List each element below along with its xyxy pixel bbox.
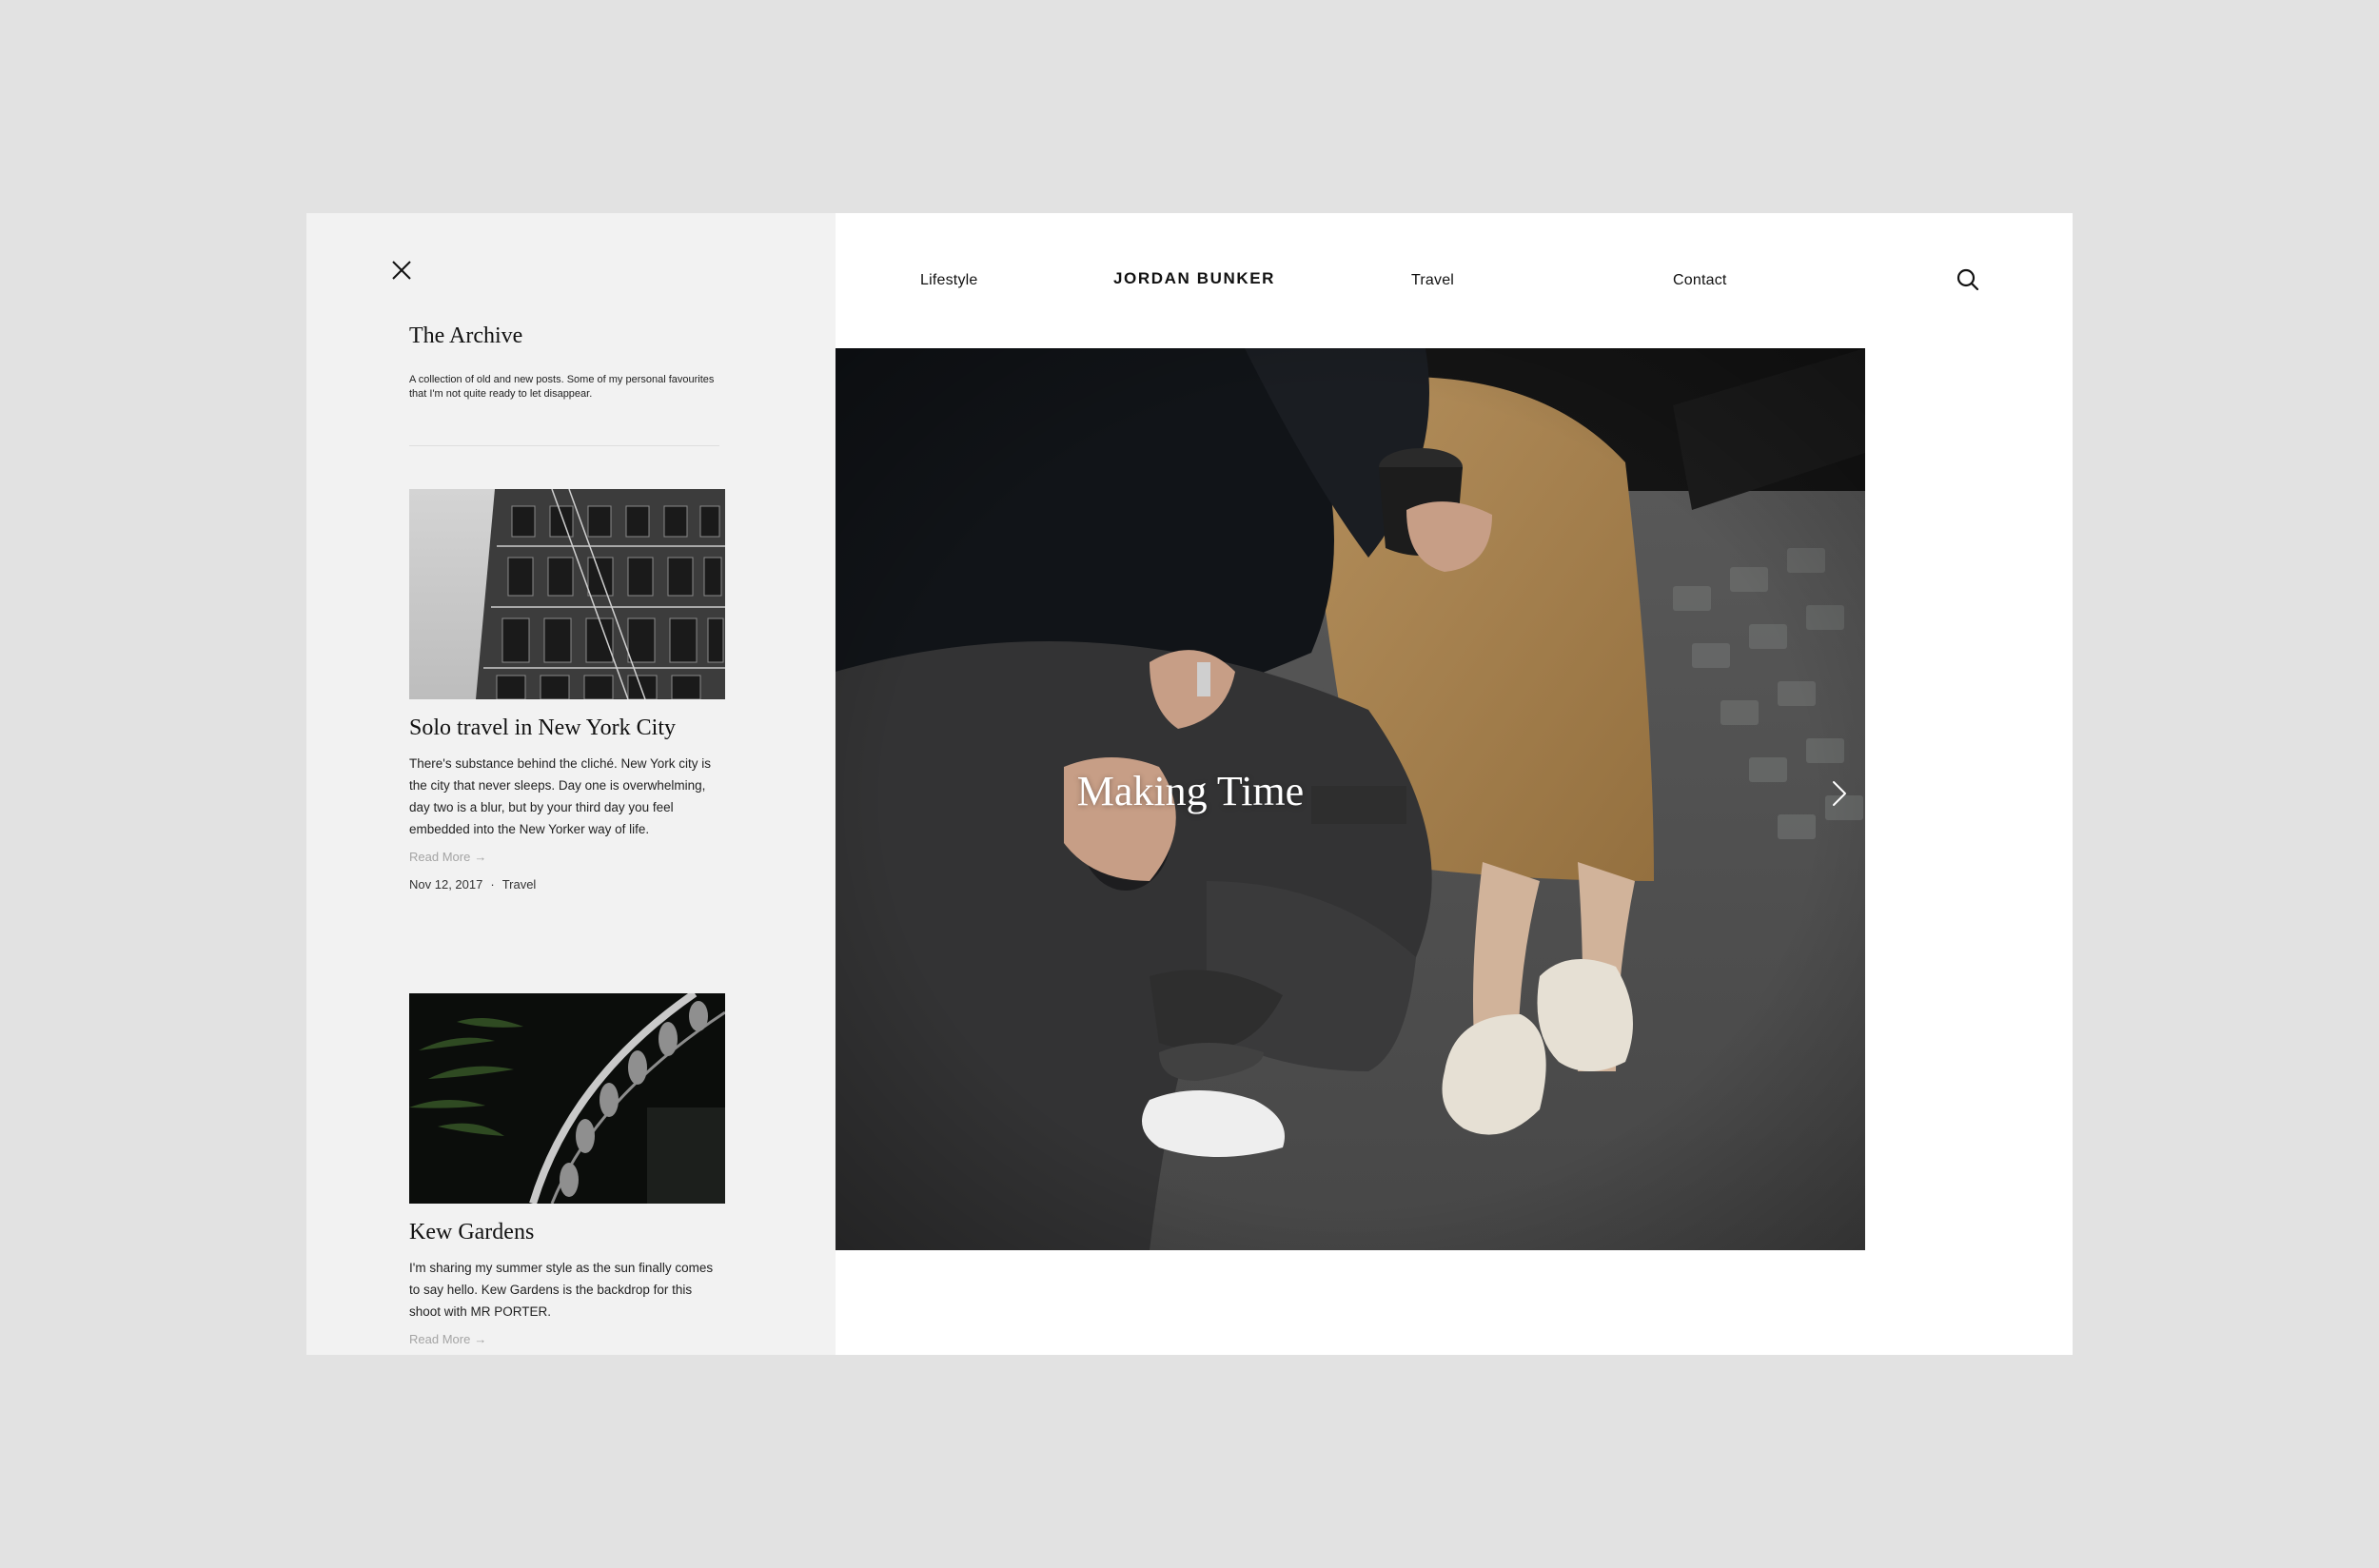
close-button[interactable]	[386, 255, 417, 285]
archive-divider	[409, 445, 719, 446]
hero-title[interactable]: Making Time	[836, 767, 1545, 815]
archive-title: The Archive	[409, 323, 523, 348]
chevron-right-icon	[1833, 781, 1846, 806]
read-more-link[interactable]: Read More →	[409, 850, 486, 864]
search-icon	[1956, 268, 1979, 291]
archive-sidebar: The Archive A collection of old and new …	[306, 213, 836, 1355]
post-meta: Nov 12, 2017 · Travel	[409, 877, 725, 892]
post-title[interactable]: Kew Gardens	[409, 1217, 725, 1247]
nav-lifestyle[interactable]: Lifestyle	[920, 272, 978, 289]
post-title[interactable]: Solo travel in New York City	[409, 713, 725, 743]
archive-description: A collection of old and new posts. Some …	[409, 374, 715, 400]
post-category[interactable]: Travel	[502, 877, 537, 892]
read-more-link[interactable]: Read More →	[409, 1332, 486, 1346]
close-icon	[392, 261, 411, 280]
post-thumbnail-new-york[interactable]	[409, 489, 725, 699]
hero-slider: Making Time	[836, 348, 1865, 1250]
read-more-label: Read More	[409, 1332, 471, 1346]
nav-contact[interactable]: Contact	[1673, 272, 1727, 289]
archive-post-new-york: Solo travel in New York City There's sub…	[409, 489, 725, 892]
arrow-right-icon: →	[474, 850, 487, 864]
post-excerpt: I'm sharing my summer style as the sun f…	[409, 1261, 714, 1319]
read-more-label: Read More	[409, 850, 471, 864]
nav-travel[interactable]: Travel	[1411, 272, 1454, 289]
site-logo[interactable]: JORDAN BUNKER	[1113, 269, 1275, 288]
meta-separator: ·	[490, 877, 495, 892]
search-button[interactable]	[1955, 266, 1981, 293]
post-thumbnail-kew-gardens[interactable]	[409, 993, 725, 1204]
next-slide-button[interactable]	[1825, 774, 1854, 813]
site-header: Lifestyle JORDAN BUNKER Travel Contact	[836, 213, 2073, 348]
arrow-right-icon: →	[474, 1332, 487, 1346]
post-excerpt: There's substance behind the cliché. New…	[409, 756, 711, 836]
archive-post-kew-gardens: Kew Gardens I'm sharing my summer style …	[409, 993, 725, 1348]
post-date: Nov 12, 2017	[409, 877, 483, 892]
browser-frame: The Archive A collection of old and new …	[306, 213, 2073, 1355]
